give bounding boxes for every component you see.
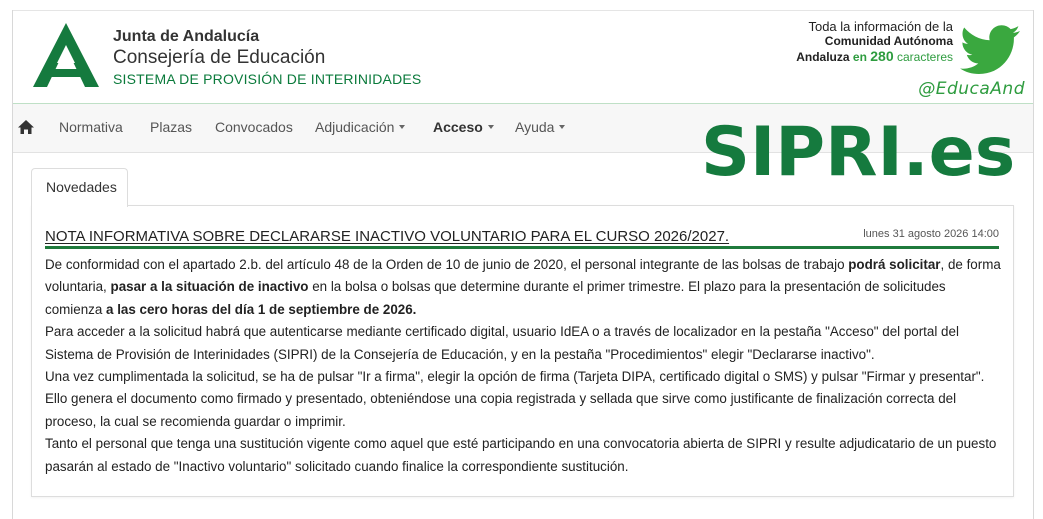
home-icon[interactable] — [17, 118, 35, 136]
twitter-bird-icon[interactable] — [959, 25, 1021, 75]
twitter-line-3-c: caracteres — [896, 50, 953, 64]
chevron-down-icon — [399, 125, 406, 130]
news-paragraph-2: Para acceder a la solicitud habrá que au… — [45, 324, 959, 362]
news-p1-bold-b: podrá solicitar — [848, 257, 941, 272]
twitter-line-3: Andaluza en 280 caracteres — [796, 49, 953, 65]
site-header: Junta de Andalucía Consejería de Educaci… — [13, 10, 1033, 105]
news-paragraph-3: Una vez cumplimentada la solicitud, se h… — [45, 369, 985, 429]
nav-convocados[interactable]: Convocados — [215, 119, 293, 135]
nav-plazas[interactable]: Plazas — [150, 119, 192, 135]
junta-logo-icon[interactable] — [33, 23, 99, 87]
nav-ayuda-label: Ayuda — [515, 119, 555, 135]
tab-novedades-label: Novedades — [46, 179, 117, 195]
org-line-3: SISTEMA DE PROVISIÓN DE INTERINIDADES — [113, 71, 422, 87]
nav-normativa[interactable]: Normativa — [59, 119, 123, 135]
twitter-line-1: Toda la información de la — [808, 19, 953, 34]
twitter-line-3-num: 280 — [870, 48, 894, 64]
org-line-2: Consejería de Educación — [113, 47, 326, 68]
news-body: De conformidad con el apartado 2.b. del … — [45, 254, 1005, 478]
news-panel: NOTA INFORMATIVA SOBRE DECLARARSE INACTI… — [31, 205, 1014, 497]
nav-convocados-label: Convocados — [215, 119, 293, 135]
org-line-1: Junta de Andalucía — [113, 28, 260, 45]
twitter-line-2: Comunidad Autónoma — [824, 34, 953, 48]
nav-ayuda[interactable]: Ayuda — [515, 119, 566, 135]
news-p1-bold-f: a las cero horas del día 1 de septiembre… — [106, 301, 417, 317]
nav-plazas-label: Plazas — [150, 119, 193, 135]
news-title-rule — [45, 246, 999, 249]
twitter-promo-text[interactable]: Toda la información de la Comunidad Autó… — [796, 19, 953, 65]
news-title[interactable]: NOTA INFORMATIVA SOBRE DECLARARSE INACTI… — [45, 228, 729, 245]
sipri-brand-overlay: SIPRI.es — [701, 113, 1016, 192]
page-frame: Junta de Andalucía Consejería de Educaci… — [12, 10, 1034, 519]
nav-adjudicacion[interactable]: Adjudicación — [315, 119, 406, 135]
nav-adjudicacion-label: Adjudicación — [315, 119, 395, 135]
chevron-down-icon — [559, 125, 566, 130]
nav-acceso-label: Acceso — [433, 119, 483, 135]
twitter-line-3-a: Andaluza — [796, 50, 850, 64]
tab-novedades[interactable]: Novedades — [31, 168, 128, 207]
news-p1-text-a: De conformidad con el apartado 2.b. del … — [45, 257, 849, 272]
twitter-line-3-b: en — [852, 50, 867, 64]
news-date: lunes 31 agosto 2026 14:00 — [863, 228, 999, 240]
nav-normativa-label: Normativa — [59, 119, 123, 135]
news-p1-bold-d: pasar a la situación de inactivo — [110, 279, 309, 295]
news-paragraph-4: Tanto el personal que tenga una sustituc… — [45, 436, 997, 474]
twitter-handle[interactable]: @EducaAnd — [918, 79, 1025, 99]
news-paragraph-1: De conformidad con el apartado 2.b. del … — [45, 254, 1005, 321]
chevron-down-icon — [487, 125, 494, 130]
nav-acceso[interactable]: Acceso — [433, 119, 494, 135]
